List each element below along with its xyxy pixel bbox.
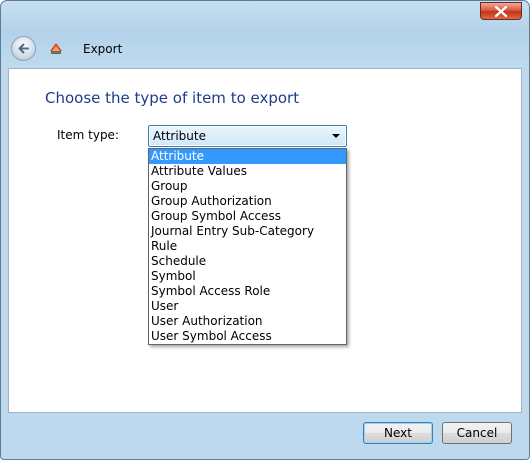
page-heading: Choose the type of item to export bbox=[45, 89, 300, 107]
combobox-value: Attribute bbox=[153, 129, 206, 143]
window-title: Export bbox=[83, 42, 123, 56]
item-type-dropdown-list: Attribute Attribute Values Group Group A… bbox=[148, 148, 347, 345]
close-button[interactable] bbox=[480, 2, 522, 20]
chevron-down-icon[interactable] bbox=[332, 134, 340, 138]
back-button[interactable] bbox=[11, 36, 36, 61]
dropdown-option-user[interactable]: User bbox=[149, 299, 346, 314]
next-button[interactable]: Next bbox=[363, 422, 433, 444]
back-arrow-icon bbox=[18, 43, 29, 54]
close-icon bbox=[495, 6, 507, 17]
dropdown-option-attribute-values[interactable]: Attribute Values bbox=[149, 164, 346, 179]
dropdown-option-schedule[interactable]: Schedule bbox=[149, 254, 346, 269]
cancel-button[interactable]: Cancel bbox=[442, 422, 512, 444]
dropdown-option-attribute[interactable]: Attribute bbox=[149, 149, 346, 164]
content-panel: Choose the type of item to export Item t… bbox=[8, 68, 522, 413]
dropdown-option-group-symbol-access[interactable]: Group Symbol Access bbox=[149, 209, 346, 224]
dropdown-option-group[interactable]: Group bbox=[149, 179, 346, 194]
item-type-combobox[interactable]: Attribute bbox=[148, 125, 347, 147]
dropdown-option-user-authorization[interactable]: User Authorization bbox=[149, 314, 346, 329]
export-app-icon bbox=[50, 43, 62, 54]
dropdown-option-user-symbol-access[interactable]: User Symbol Access bbox=[149, 329, 346, 344]
dropdown-option-journal-entry-sub-category[interactable]: Journal Entry Sub-Category bbox=[149, 224, 346, 239]
dropdown-option-symbol[interactable]: Symbol bbox=[149, 269, 346, 284]
export-dialog: Export Choose the type of item to export… bbox=[0, 0, 530, 460]
dropdown-option-rule[interactable]: Rule bbox=[149, 239, 346, 254]
item-type-label: Item type: bbox=[57, 128, 119, 142]
dropdown-option-group-authorization[interactable]: Group Authorization bbox=[149, 194, 346, 209]
dropdown-option-symbol-access-role[interactable]: Symbol Access Role bbox=[149, 284, 346, 299]
